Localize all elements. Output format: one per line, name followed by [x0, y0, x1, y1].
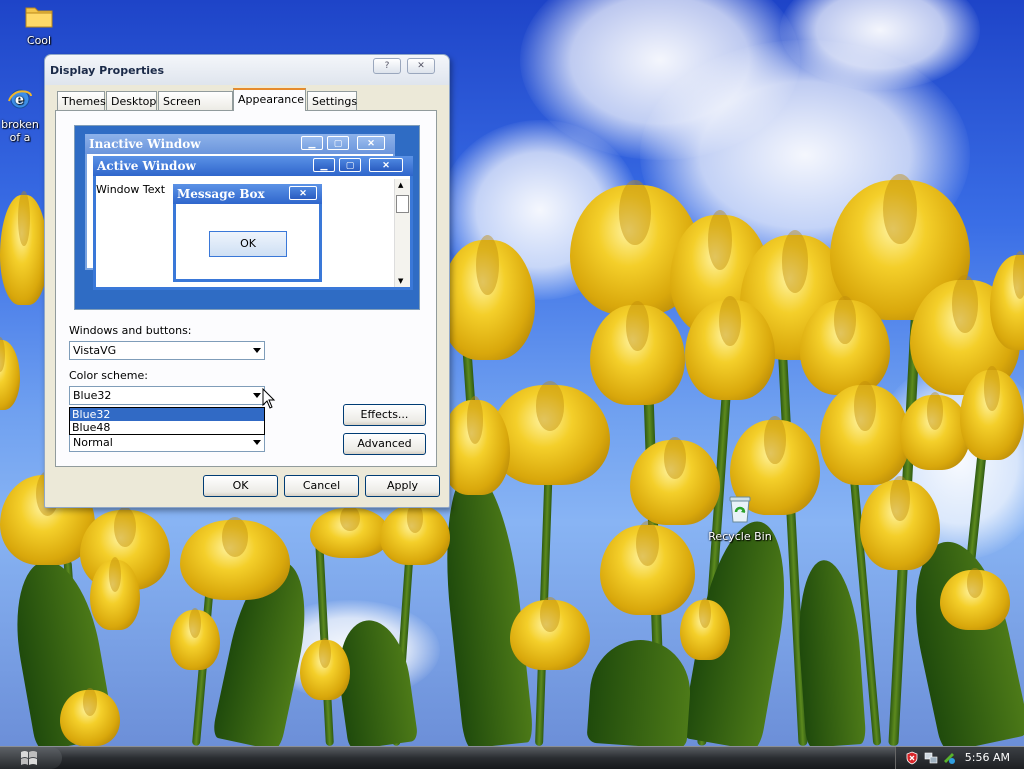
- tulip-flower: [680, 597, 730, 660]
- preview-inactive-title: Inactive Window: [89, 137, 201, 151]
- tab-appearance[interactable]: Appearance: [233, 88, 306, 111]
- tulip-flower: [900, 392, 970, 470]
- display-properties-dialog: Display Properties ? ✕ Themes Desktop Sc…: [44, 54, 450, 508]
- maximize-icon: ▢: [339, 158, 361, 172]
- tulip-leaf: [586, 636, 694, 746]
- help-button[interactable]: ?: [373, 58, 401, 74]
- tulip-flower: [510, 597, 590, 670]
- tulip-flower: [90, 557, 140, 630]
- taskbar: 5:56 AM: [0, 746, 1024, 769]
- preview-window-text: Window Text: [96, 183, 166, 196]
- recycle-bin-icon: [705, 494, 775, 527]
- safely-remove-icon[interactable]: [942, 751, 956, 765]
- tulip-flower: [380, 502, 450, 565]
- dialog-title-bar[interactable]: Display Properties ? ✕: [45, 55, 449, 85]
- tulip-leaf: [435, 467, 535, 746]
- tulip-flower: [60, 687, 120, 746]
- desktop-icon-broken-shortcut[interactable]: e broken of a: [0, 86, 50, 144]
- tulip-flower: [960, 366, 1024, 460]
- tulip-flower: [600, 521, 695, 615]
- color-scheme-label: Color scheme:: [69, 369, 148, 382]
- network-icon[interactable]: [924, 751, 938, 765]
- tulip-flower: [310, 506, 390, 558]
- dialog-title: Display Properties: [50, 64, 165, 77]
- scroll-down-icon: ▼: [398, 277, 404, 285]
- windows-and-buttons-label: Windows and buttons:: [69, 324, 192, 337]
- chevron-down-icon: [253, 440, 261, 445]
- tulip-flower: [800, 296, 890, 395]
- tulip-flower: [685, 296, 775, 400]
- internet-explorer-icon: e: [0, 86, 50, 115]
- tab-desktop[interactable]: Desktop: [106, 91, 157, 110]
- color-scheme-select[interactable]: Blue32: [69, 386, 265, 405]
- tulip-flower: [440, 235, 535, 360]
- maximize-icon: ▢: [327, 136, 349, 150]
- desktop-icon-label: Recycle Bin: [708, 530, 772, 543]
- color-scheme-value: Blue32: [73, 389, 112, 402]
- tulip-flower: [860, 476, 940, 570]
- windows-and-buttons-select[interactable]: VistaVG: [69, 341, 265, 360]
- scroll-thumb: [396, 195, 409, 213]
- start-button[interactable]: [0, 747, 62, 769]
- preview-message-box: Message Box ✕ OK: [173, 184, 322, 282]
- tulip-flower: [170, 607, 220, 670]
- close-icon: ✕: [289, 186, 317, 200]
- chevron-down-icon: [253, 393, 261, 398]
- tulip-leaf: [793, 558, 867, 746]
- preview-active-title-bar: Active Window ▁ ▢ ✕: [93, 156, 413, 176]
- close-icon: ✕: [369, 158, 403, 172]
- shield-icon[interactable]: [906, 751, 918, 765]
- desktop-icon-label: broken: [1, 118, 39, 131]
- preview-inactive-title-bar: Inactive Window ▁ ▢ ✕: [85, 134, 395, 154]
- color-scheme-option-blue48[interactable]: Blue48: [70, 421, 264, 434]
- tulip-flower: [0, 190, 48, 305]
- preview-message-box-title: Message Box: [177, 187, 265, 201]
- tab-settings[interactable]: Settings: [307, 91, 357, 110]
- preview-scrollbar: ▲ ▼: [394, 179, 410, 287]
- windows-and-buttons-value: VistaVG: [73, 344, 117, 357]
- tulip-flower: [820, 381, 910, 485]
- cancel-button[interactable]: Cancel: [284, 475, 359, 497]
- preview-ok-button: OK: [209, 231, 287, 257]
- folder-icon: [4, 4, 74, 31]
- desktop-icon-label: Cool: [26, 34, 52, 47]
- color-scheme-option-blue32[interactable]: Blue32: [70, 408, 264, 421]
- close-button[interactable]: ✕: [407, 58, 435, 74]
- preview-message-box-title-bar: Message Box ✕: [173, 184, 322, 204]
- minimize-icon: ▁: [301, 136, 323, 150]
- close-icon: ✕: [357, 136, 385, 150]
- effects-button[interactable]: Effects...: [343, 404, 426, 426]
- windows-logo-icon: [21, 751, 37, 765]
- color-scheme-dropdown-list: Blue32 Blue48: [69, 407, 265, 435]
- scroll-up-icon: ▲: [398, 181, 404, 189]
- tab-themes[interactable]: Themes: [57, 91, 106, 110]
- preview-active-title: Active Window: [97, 159, 196, 173]
- desktop-icon-label: of a: [9, 131, 31, 144]
- minimize-icon: ▁: [313, 158, 335, 172]
- desktop-icon-cool[interactable]: Cool: [4, 4, 74, 47]
- system-tray: 5:56 AM: [895, 747, 1024, 769]
- apply-button[interactable]: Apply: [365, 475, 440, 497]
- tulip-flower: [300, 637, 350, 700]
- ok-button[interactable]: OK: [203, 475, 278, 497]
- chevron-down-icon: [253, 348, 261, 353]
- tulip-flower: [590, 301, 685, 405]
- font-size-select[interactable]: Normal: [69, 433, 265, 452]
- desktop-icon-recycle-bin[interactable]: Recycle Bin: [705, 494, 775, 543]
- svg-text:e: e: [15, 92, 24, 108]
- appearance-preview: Inactive Window ▁ ▢ ✕ Window Text ▲ ▼ Ac…: [74, 125, 420, 310]
- tab-screen-saver[interactable]: Screen Saver: [158, 91, 233, 127]
- tulip-flower: [0, 337, 20, 410]
- tulip-flower: [440, 396, 510, 495]
- clock[interactable]: 5:56 AM: [965, 751, 1010, 764]
- advanced-button[interactable]: Advanced: [343, 433, 426, 455]
- tulip-flower: [180, 516, 290, 600]
- font-size-value: Normal: [73, 436, 113, 449]
- tulip-flower: [940, 567, 1010, 630]
